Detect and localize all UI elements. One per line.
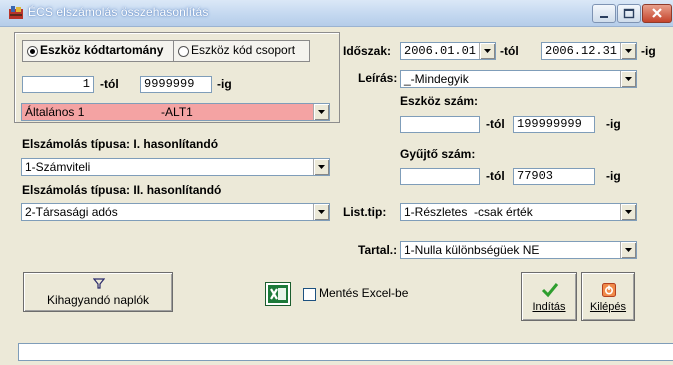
period-label: Időszak:: [343, 44, 392, 58]
list-type-select[interactable]: 1-Részletes -csak érték: [400, 203, 637, 221]
description-value: _-Mindegyik: [404, 72, 469, 86]
asset-number-label: Eszköz szám:: [400, 94, 479, 108]
period-from-suffix: -tól: [500, 44, 519, 58]
dropdown-button[interactable]: [479, 43, 495, 59]
dropdown-button[interactable]: [620, 71, 636, 87]
list-type-value: 1-Részletes -csak érték: [404, 205, 533, 219]
accounting-type1-label: Elszámolás típusa: I. hasonlítandó: [22, 137, 219, 151]
minimize-button[interactable]: [592, 4, 616, 23]
exit-icon: [602, 283, 616, 297]
start-label: Indítás: [532, 301, 566, 313]
title-bar: ÉCS elszámolás összehasonlítás: [0, 0, 673, 27]
accounting-type2-value: 2-Társasági adós: [25, 205, 118, 219]
close-icon: [652, 8, 662, 18]
filter-icon: [93, 278, 105, 289]
radio-unselected-icon: [178, 46, 189, 57]
content-value: 1-Nulla különbségüek NE: [404, 243, 540, 257]
start-button[interactable]: Indítás: [521, 272, 577, 321]
description-select[interactable]: _-Mindegyik: [400, 70, 637, 88]
chevron-down-icon: [318, 210, 325, 214]
range-to-suffix: -ig: [217, 77, 232, 91]
maximize-icon: [623, 8, 635, 19]
period-to-value: 2006.12.31: [545, 44, 618, 58]
window-title: ÉCS elszámolás összehasonlítás: [28, 5, 209, 19]
asset-number-from-suffix: -tól: [486, 117, 505, 131]
chevron-down-icon: [625, 248, 632, 252]
maximize-button[interactable]: [617, 4, 641, 23]
dropdown-button[interactable]: [313, 159, 329, 175]
accounting-type2-label: Elszámolás típusa: II. hasonlítandó: [22, 183, 222, 197]
content-label: Tartal.:: [358, 243, 398, 257]
app-icon: [9, 6, 23, 19]
exit-button[interactable]: Kilépés: [581, 272, 635, 321]
range-from-input[interactable]: 1: [22, 76, 94, 93]
asset-number-to-input[interactable]: 199999999: [513, 116, 595, 133]
collector-number-to-input[interactable]: 77903: [513, 168, 595, 185]
asset-range-radio[interactable]: Eszköz kódtartomány: [22, 40, 174, 62]
minimize-icon: [600, 16, 608, 18]
asset-category-value: Általános 1 -ALT1: [25, 105, 193, 119]
accounting-type2-select[interactable]: 2-Társasági adós: [21, 203, 330, 221]
status-bar: [18, 343, 673, 361]
list-type-label: List.tip:: [343, 205, 387, 219]
asset-category-select[interactable]: Általános 1 -ALT1: [21, 103, 330, 121]
dropdown-button[interactable]: [620, 43, 636, 59]
asset-number-from-input[interactable]: [400, 116, 480, 133]
skip-journals-label: Kihagyandó naplók: [46, 293, 150, 307]
excel-button[interactable]: [265, 282, 291, 306]
accounting-type1-value: 1-Számviteli: [25, 160, 91, 174]
dropdown-button[interactable]: [620, 204, 636, 220]
excel-save-label: Mentés Excel-be: [319, 286, 409, 300]
radio-selected-icon: [27, 46, 38, 57]
checkmark-icon: [541, 283, 559, 298]
exit-label: Kilépés: [589, 301, 627, 313]
excel-save-checkbox[interactable]: [303, 288, 316, 301]
range-from-suffix: -tól: [100, 77, 119, 91]
asset-group-radio[interactable]: Eszköz kód csoport: [173, 40, 310, 62]
accounting-type1-select[interactable]: 1-Számviteli: [21, 158, 330, 176]
chevron-down-icon: [484, 49, 491, 53]
dropdown-button[interactable]: [313, 204, 329, 220]
collector-number-from-input[interactable]: [400, 168, 480, 185]
dropdown-button[interactable]: [313, 104, 329, 120]
collector-number-to-suffix: -ig: [606, 169, 621, 183]
chevron-down-icon: [318, 165, 325, 169]
main-window: ÉCS elszámolás összehasonlítás Eszköz kó…: [0, 0, 673, 365]
collector-number-from-suffix: -tól: [486, 169, 505, 183]
content-select[interactable]: 1-Nulla különbségüek NE: [400, 241, 637, 259]
skip-journals-button[interactable]: Kihagyandó naplók: [23, 272, 173, 312]
dialog-body: Eszköz kódtartomány Eszköz kód csoport 1…: [0, 27, 673, 365]
range-to-input[interactable]: 9999999: [140, 76, 212, 93]
period-to-select[interactable]: 2006.12.31: [541, 42, 637, 60]
asset-number-to-suffix: -ig: [606, 117, 621, 131]
collector-number-label: Gyűjtő szám:: [400, 147, 476, 161]
chevron-down-icon: [318, 110, 325, 114]
chevron-down-icon: [625, 77, 632, 81]
period-from-select[interactable]: 2006.01.01: [400, 42, 496, 60]
description-label: Leírás:: [358, 71, 398, 85]
asset-group-label: Eszköz kód csoport: [191, 43, 296, 57]
chevron-down-icon: [625, 210, 632, 214]
chevron-down-icon: [625, 49, 632, 53]
period-to-suffix: -ig: [641, 44, 656, 58]
dropdown-button[interactable]: [620, 242, 636, 258]
period-from-value: 2006.01.01: [404, 44, 477, 58]
asset-range-label: Eszköz kódtartomány: [40, 43, 164, 57]
close-button[interactable]: [642, 4, 672, 23]
excel-icon: [268, 285, 288, 303]
